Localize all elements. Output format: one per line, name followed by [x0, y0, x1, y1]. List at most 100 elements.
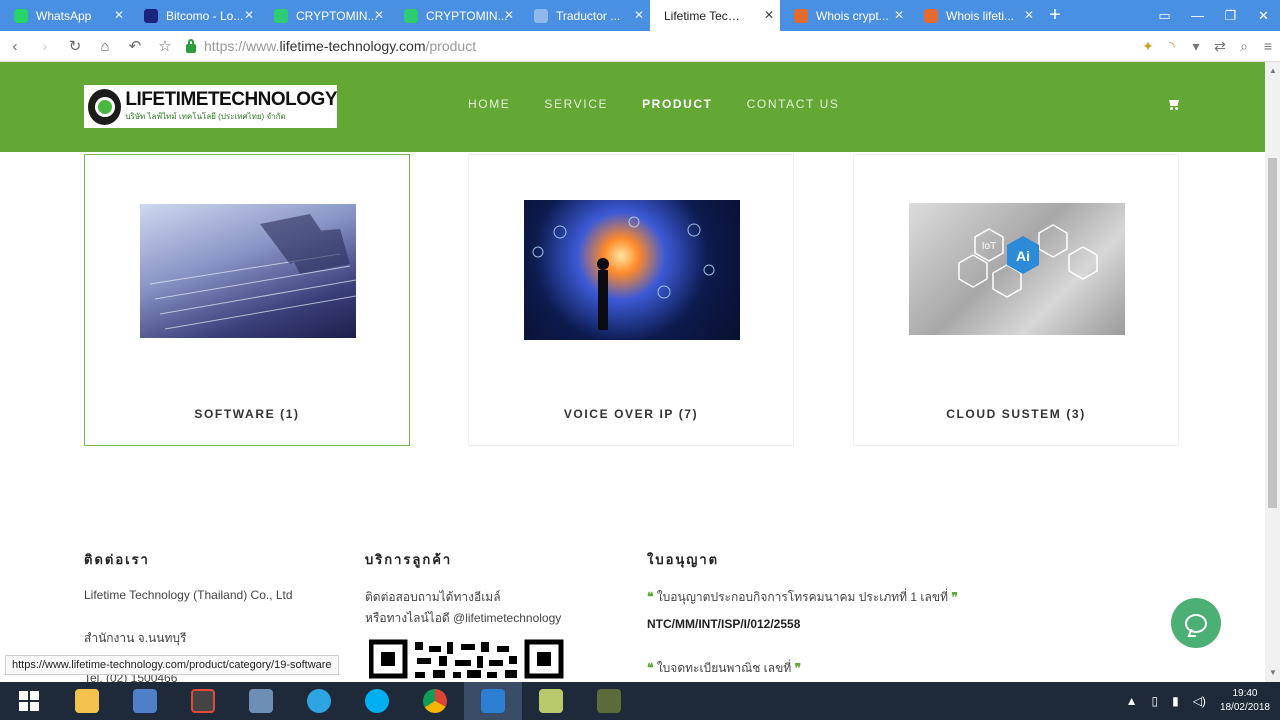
system-tray: ▲ ▯ ▮ ◁) 19:40 18/02/2018	[1126, 687, 1280, 715]
site-logo[interactable]: LIFETIMETECHNOLOGY บริษัท ไลฟ์ไทม์ เทคโน…	[84, 85, 337, 128]
bookmark-star-icon[interactable]: ☆	[150, 37, 180, 55]
scroll-up-icon[interactable]: ▲	[1269, 66, 1277, 75]
rss-icon[interactable]: ◝	[1160, 38, 1184, 55]
product-card-voip[interactable]: VOICE OVER IP (7)	[468, 154, 794, 446]
tab-close-icon[interactable]: ✕	[244, 8, 254, 22]
ai-iot-hexagon-image[interactable]: Ai IoT	[909, 203, 1125, 335]
taskbar-calculator[interactable]	[232, 682, 290, 720]
clock-date: 18/02/2018	[1219, 702, 1270, 713]
hexagon-graphic: Ai IoT	[958, 224, 1098, 298]
page-scrollbar[interactable]: ▲ ▼	[1265, 62, 1280, 682]
whois-icon	[924, 8, 938, 23]
browser-tab[interactable]: CRYPTOMIN... ✕	[390, 0, 520, 31]
pen-app-icon	[191, 689, 215, 713]
windows-logo-icon	[19, 691, 39, 711]
skype-icon	[365, 689, 389, 713]
taskbar-maxthon[interactable]	[464, 682, 522, 720]
tray-expand-icon[interactable]: ▲	[1126, 694, 1138, 708]
tab-close-icon[interactable]: ✕	[764, 8, 774, 22]
tab-close-icon[interactable]: ✕	[114, 8, 124, 22]
product-card-cloud[interactable]: Ai IoT CLOUD SUSTEM (3)	[853, 154, 1179, 446]
start-button[interactable]	[0, 682, 58, 720]
taskbar-this-pc[interactable]	[116, 682, 174, 720]
folder-icon	[75, 689, 99, 713]
translate-icon[interactable]: ⇄	[1208, 38, 1232, 55]
main-navigation: HOME SERVICE PRODUCT CONTACT US	[468, 97, 874, 111]
dropdown-icon[interactable]: ▾	[1184, 38, 1208, 55]
taskbar-app-pen[interactable]	[174, 682, 232, 720]
restore-button[interactable]: ❐	[1214, 8, 1247, 24]
tab-close-icon[interactable]: ✕	[894, 8, 904, 22]
taskbar-chrome[interactable]	[406, 682, 464, 720]
home-icon[interactable]: ⌂	[90, 38, 120, 55]
footer-license-item1: ❝ ใบอนุญาตประกอบกิจการโทรคมนาคม ประเภทที…	[647, 588, 958, 607]
app-icon	[597, 689, 621, 713]
nav-product[interactable]: PRODUCT	[642, 97, 713, 111]
volume-icon[interactable]: ◁)	[1193, 694, 1206, 708]
chat-button[interactable]	[1171, 598, 1221, 648]
taskbar-notes[interactable]	[522, 682, 580, 720]
tab-label: CRYPTOMIN...	[296, 8, 378, 23]
nav-contact-us[interactable]: CONTACT US	[747, 97, 840, 111]
open-quote-icon: ❝	[647, 661, 654, 675]
nav-home[interactable]: HOME	[468, 97, 510, 111]
footer-service-line1: ติดต่อสอบถามได้ทางอีเมล์	[365, 590, 501, 604]
taskbar-skype[interactable]	[348, 682, 406, 720]
minimize-button[interactable]: —	[1181, 8, 1214, 23]
taskbar-clock[interactable]: 19:40 18/02/2018	[1220, 687, 1270, 715]
lock-icon	[186, 38, 196, 53]
hashtag-icon	[144, 8, 158, 23]
crypto-icon	[274, 8, 288, 23]
svg-text:Ai: Ai	[1016, 248, 1030, 264]
tab-close-icon[interactable]: ✕	[504, 8, 514, 22]
battery-icon[interactable]: ▯	[1151, 694, 1158, 708]
browser-tab[interactable]: Whois lifeti... ✕	[910, 0, 1040, 31]
taskbar-telegram[interactable]	[290, 682, 348, 720]
tab-label: Bitcomo - Lo...	[166, 8, 244, 23]
link-status-url: https://www.lifetime-technology.com/prod…	[5, 655, 339, 675]
menu-icon[interactable]: ≡	[1256, 38, 1280, 54]
browser-tab[interactable]: Whois crypt... ✕	[780, 0, 910, 31]
city-network-image[interactable]	[524, 200, 740, 340]
browser-tab[interactable]: Lifetime Techno... ✕	[650, 0, 780, 31]
close-quote-icon: ❞	[951, 590, 958, 604]
undo-icon[interactable]: ↶	[120, 37, 150, 55]
footer-company-name: Lifetime Technology (Thailand) Co., Ltd	[84, 588, 293, 602]
whatsapp-icon	[14, 8, 28, 23]
keyboard-graphic	[149, 214, 356, 330]
robot-keyboard-image[interactable]	[140, 204, 356, 338]
new-tab-button[interactable]: +	[1040, 0, 1070, 31]
product-card-software[interactable]: SOFTWARE (1)	[84, 154, 410, 446]
browser-tab[interactable]: Bitcomo - Lo... ✕	[130, 0, 260, 31]
browser-tab[interactable]: WhatsApp ✕	[0, 0, 130, 31]
extension-icon[interactable]: ✦	[1136, 38, 1160, 55]
browser-tab[interactable]: CRYPTOMIN... ✕	[260, 0, 390, 31]
browser-tab[interactable]: Traductor ... ✕	[520, 0, 650, 31]
scrollbar-thumb[interactable]	[1268, 158, 1277, 508]
tab-list-icon[interactable]: ▭	[1148, 8, 1181, 24]
url-field[interactable]: https://www. lifetime-technology.com/prod…	[186, 38, 476, 54]
url-host: lifetime-technology.com	[279, 38, 426, 54]
cart-icon[interactable]	[1168, 100, 1180, 110]
tab-close-icon[interactable]: ✕	[374, 8, 384, 22]
tab-label: WhatsApp	[36, 8, 92, 23]
clock-time: 19:40	[1232, 688, 1258, 699]
license-item2-text: ใบจดทะเบียนพาณิช เลขที่	[656, 661, 792, 675]
whois-icon	[794, 8, 808, 23]
forward-icon[interactable]: ›	[30, 38, 60, 55]
scroll-down-icon[interactable]: ▼	[1269, 668, 1277, 677]
tab-close-icon[interactable]: ✕	[1024, 8, 1034, 22]
search-icon[interactable]: ⌕	[1232, 38, 1256, 55]
chat-bubble-icon	[1185, 613, 1207, 633]
signal-icon[interactable]: ▮	[1172, 694, 1179, 708]
tab-close-icon[interactable]: ✕	[634, 8, 644, 22]
back-icon[interactable]: ‹	[0, 38, 30, 55]
reload-icon[interactable]: ↻	[60, 37, 90, 55]
tab-label: Whois crypt...	[816, 8, 889, 23]
logo-title: LIFETIMETECHNOLOGY	[125, 89, 337, 110]
taskbar-app[interactable]	[580, 682, 638, 720]
footer-license-title: ใบอนุญาต	[647, 553, 720, 568]
close-window-button[interactable]: ✕	[1247, 8, 1280, 24]
taskbar-file-explorer[interactable]	[58, 682, 116, 720]
nav-service[interactable]: SERVICE	[544, 97, 608, 111]
